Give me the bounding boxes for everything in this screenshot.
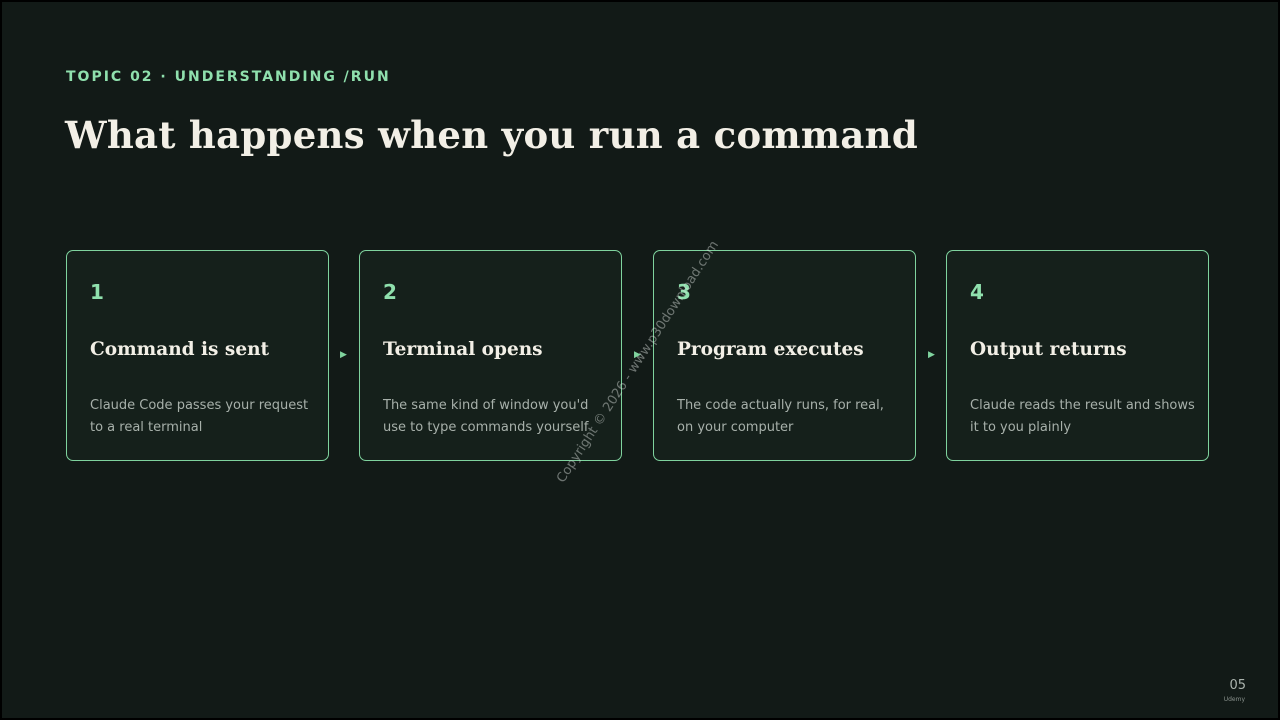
step-card-4: 4 Output returns Claude reads the result…: [946, 250, 1209, 461]
arrow-right-icon: ▶: [340, 350, 347, 360]
step-card-1: 1 Command is sent Claude Code passes you…: [66, 250, 329, 461]
topic-eyebrow: TOPIC 02 · UNDERSTANDING /RUN: [66, 69, 391, 85]
step-number: 4: [970, 280, 984, 304]
step-description: The code actually runs, for real, on you…: [677, 398, 884, 435]
step-title: Program executes: [677, 339, 864, 360]
step-number: 2: [383, 280, 397, 304]
step-title: Command is sent: [90, 339, 270, 360]
step-title: Terminal opens: [383, 339, 543, 360]
step-description: The same kind of window you'd use to typ…: [383, 398, 589, 435]
brand-logo: Udemy: [1223, 696, 1245, 703]
page-number: 05: [1229, 678, 1246, 693]
step-description: Claude reads the result and shows it to …: [970, 398, 1195, 435]
step-number: 1: [90, 280, 104, 304]
step-card-2: 2 Terminal opens The same kind of window…: [359, 250, 622, 461]
step-description: Claude Code passes your request to a rea…: [90, 398, 309, 435]
arrow-right-icon: ▶: [928, 350, 935, 360]
step-title: Output returns: [970, 339, 1127, 360]
slide-title: What happens when you run a command: [65, 113, 918, 157]
